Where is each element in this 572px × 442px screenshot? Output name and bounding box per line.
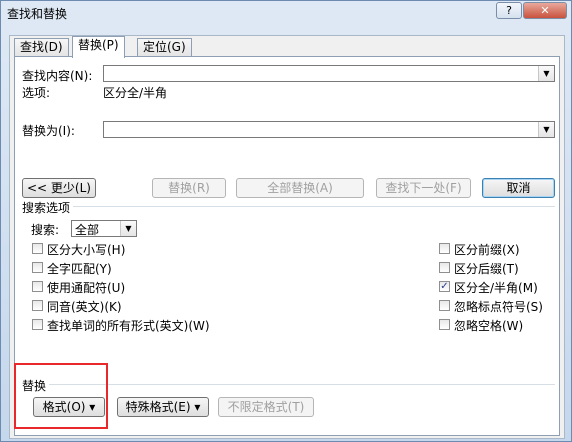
tab-find[interactable]: 查找(D) [14,38,69,57]
no-formatting-button[interactable]: 不限定格式(T) [218,397,314,417]
less-button[interactable]: << 更少(L) [22,178,96,198]
search-direction-label: 搜索: [31,223,60,237]
ignore-punctuation-checkbox[interactable] [439,300,450,311]
match-suffix-checkbox[interactable] [439,262,450,273]
highlight-box [14,363,108,429]
search-direction-select[interactable]: 全部 ▼ [71,220,137,237]
cancel-button[interactable]: 取消 [482,178,555,198]
tab-goto[interactable]: 定位(G) [137,38,192,57]
chevron-down-icon[interactable]: ▼ [538,122,554,137]
match-prefix-checkbox[interactable] [439,243,450,254]
match-width-checkbox[interactable]: ✓ [439,281,450,292]
match-suffix-label: 区分后缀(T) [454,262,519,276]
search-direction-value: 全部 [75,223,100,237]
close-button[interactable]: ✕ [523,2,567,19]
replace-button[interactable]: 替换(R) [152,178,226,198]
find-what-label: 查找内容(N): [22,69,93,83]
all-word-forms-label: 查找单词的所有形式(英文)(W) [47,319,210,333]
match-case-checkbox[interactable] [32,243,43,254]
match-width-label: 区分全/半角(M) [454,281,538,295]
checkmark-icon: ✓ [440,281,449,292]
replace-all-button[interactable]: 全部替换(A) [236,178,364,198]
ignore-space-label: 忽略空格(W) [454,319,524,333]
replace-with-input[interactable]: ▼ [103,121,555,138]
help-button[interactable]: ? [496,2,522,19]
window-title: 查找和替换 [7,7,68,21]
match-case-label: 区分大小写(H) [47,243,126,257]
ignore-space-checkbox[interactable] [439,319,450,330]
sounds-like-checkbox[interactable] [32,300,43,311]
options-label: 选项: [22,86,51,100]
find-what-input[interactable]: ▼ [103,65,555,82]
whole-word-label: 全字匹配(Y) [47,262,112,276]
sounds-like-label: 同音(英文)(K) [47,300,122,314]
search-options-heading: 搜索选项 [22,201,71,215]
match-prefix-label: 区分前缀(X) [454,243,520,257]
find-next-button[interactable]: 查找下一处(F) [376,178,471,198]
tab-replace[interactable]: 替换(P) [72,36,125,58]
chevron-down-icon[interactable]: ▼ [538,66,554,81]
wildcards-checkbox[interactable] [32,281,43,292]
wildcards-label: 使用通配符(U) [47,281,126,295]
all-word-forms-checkbox[interactable] [32,319,43,330]
options-value: 区分全/半角 [103,86,168,100]
whole-word-checkbox[interactable] [32,262,43,273]
divider [73,206,555,207]
title-bar[interactable]: 查找和替换 ? ✕ [1,1,571,25]
replace-with-label: 替换为(I): [22,124,75,138]
ignore-punctuation-label: 忽略标点符号(S) [454,300,543,314]
special-format-button[interactable]: 特殊格式(E) ▾ [117,397,209,417]
chevron-down-icon[interactable]: ▼ [120,221,136,236]
divider [49,384,555,385]
